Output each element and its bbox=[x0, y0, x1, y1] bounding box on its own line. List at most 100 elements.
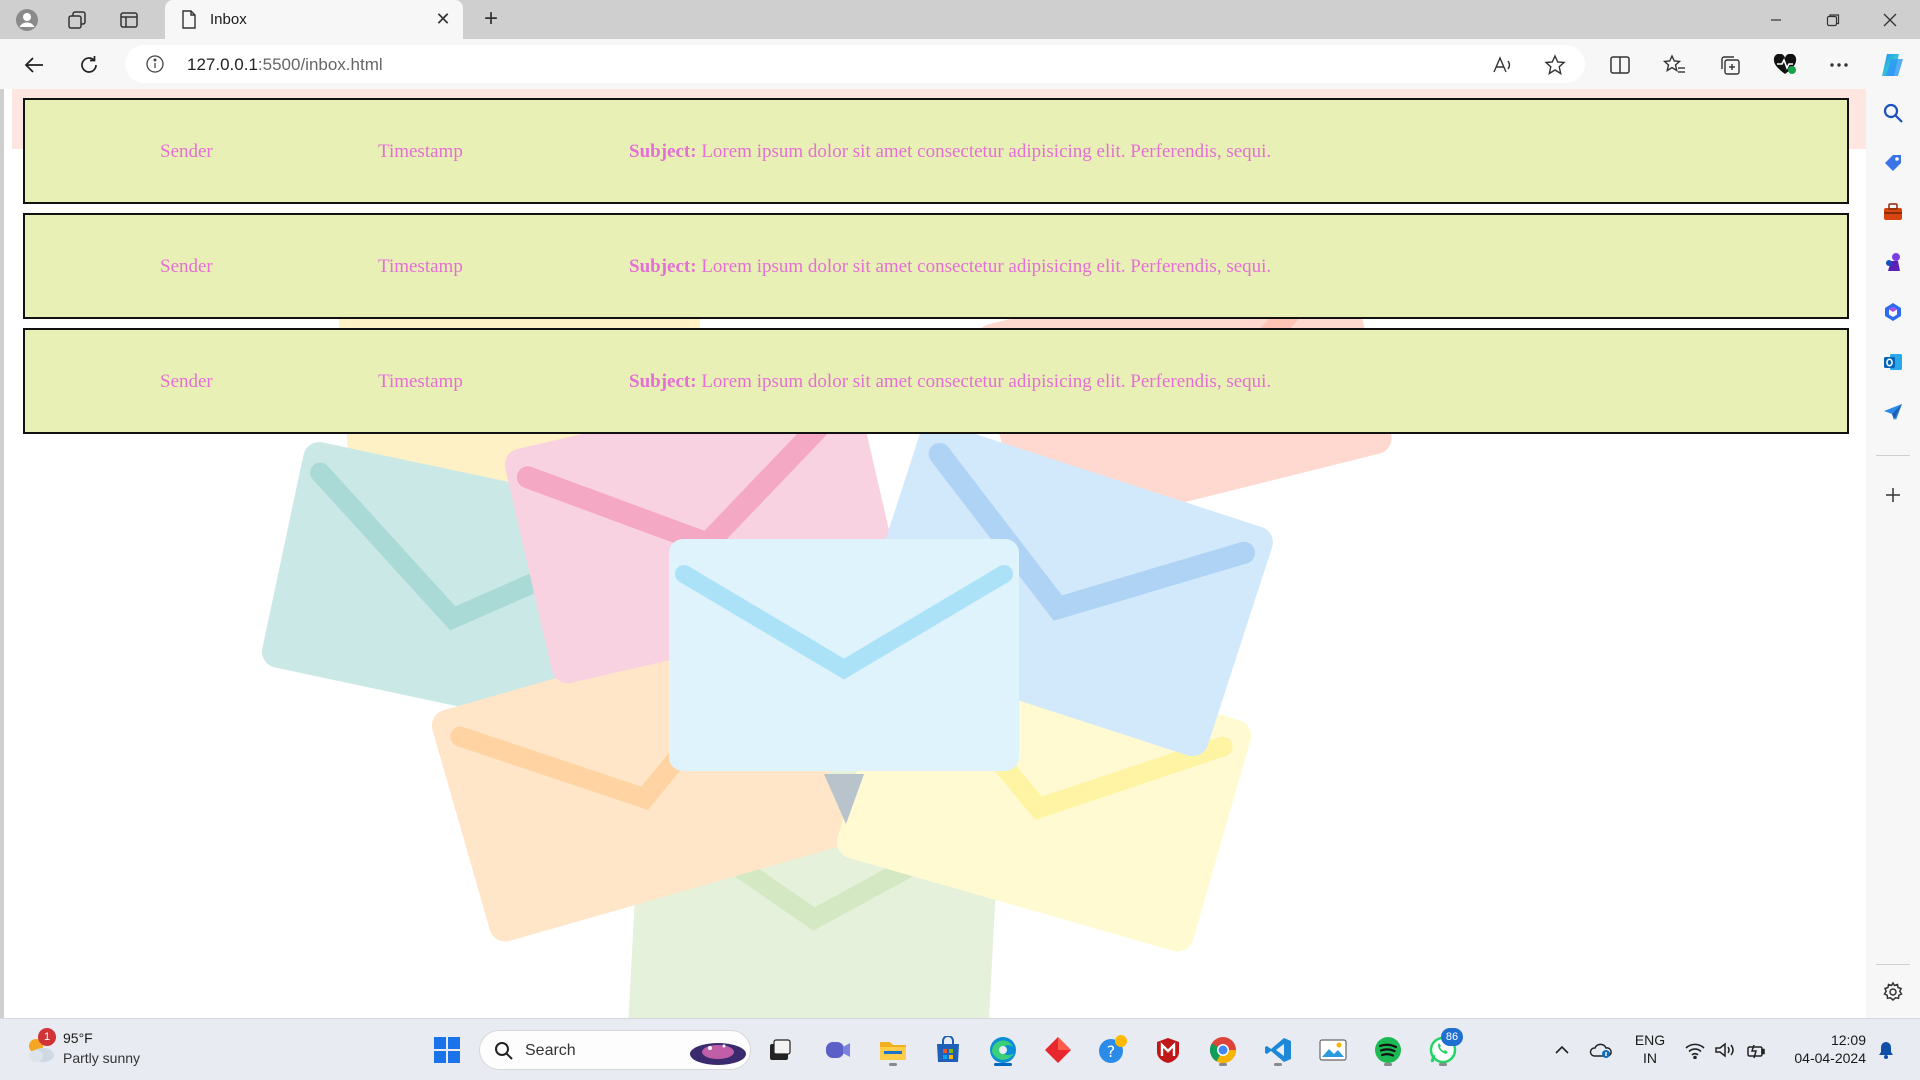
favorite-star-icon[interactable] bbox=[1544, 54, 1566, 76]
workspaces-icon[interactable] bbox=[64, 7, 90, 33]
help-app-icon[interactable]: ? bbox=[1095, 1032, 1131, 1068]
row-timestamp: Timestamp bbox=[378, 141, 463, 162]
browser-tab-bar: Inbox ✕ + bbox=[0, 0, 1920, 39]
onedrive-icon[interactable] bbox=[1589, 1038, 1613, 1062]
copilot-icon[interactable] bbox=[1878, 51, 1906, 79]
inbox-row[interactable]: Sender Timestamp Subject: Lorem ipsum do… bbox=[23, 98, 1849, 204]
system-clock[interactable]: 12:09 04-04-2024 bbox=[1782, 1031, 1866, 1067]
row-subject: Subject: Lorem ipsum dolor sit amet cons… bbox=[629, 141, 1271, 163]
weather-alert-badge: 1 bbox=[38, 1028, 56, 1046]
plus-icon[interactable]: + bbox=[478, 7, 504, 33]
search-highlight-image bbox=[688, 1036, 748, 1071]
spotify-icon[interactable] bbox=[1370, 1032, 1406, 1068]
language-indicator[interactable]: ENG IN bbox=[1633, 1031, 1667, 1067]
page-viewport: Sender Timestamp Subject: Lorem ipsum do… bbox=[4, 89, 1866, 1018]
meet-chat-icon[interactable] bbox=[820, 1032, 856, 1068]
microsoft365-icon[interactable] bbox=[1879, 298, 1907, 326]
row-subject: Subject: Lorem ipsum dolor sit amet cons… bbox=[629, 256, 1271, 278]
running-indicator bbox=[889, 1063, 897, 1066]
whatsapp-unread-badge: 86 bbox=[1441, 1028, 1463, 1046]
edge-browser-icon[interactable] bbox=[985, 1032, 1021, 1068]
running-indicator bbox=[1219, 1063, 1227, 1066]
restore-icon[interactable] bbox=[1805, 0, 1861, 39]
settings-icon[interactable] bbox=[1879, 978, 1907, 1006]
volume-icon[interactable] bbox=[1713, 1038, 1737, 1062]
outlook-icon[interactable] bbox=[1879, 348, 1907, 376]
photos-app-icon[interactable] bbox=[1315, 1032, 1351, 1068]
url-text: 127.0.0.1:5500/inbox.html bbox=[187, 55, 383, 75]
read-aloud-icon[interactable] bbox=[1492, 54, 1514, 76]
microsoft-store-icon[interactable] bbox=[930, 1032, 966, 1068]
row-subject-label: Subject: bbox=[629, 141, 697, 162]
row-sender: Sender bbox=[160, 371, 213, 392]
weather-description[interactable]: Partly sunny bbox=[63, 1050, 140, 1066]
split-screen-icon[interactable] bbox=[1606, 51, 1634, 79]
search-icon[interactable] bbox=[1879, 99, 1907, 127]
file-explorer-icon[interactable] bbox=[875, 1032, 911, 1068]
row-timestamp: Timestamp bbox=[378, 371, 463, 392]
plus-icon[interactable] bbox=[1879, 481, 1907, 509]
windows-start-icon[interactable] bbox=[429, 1032, 465, 1068]
refresh-icon[interactable] bbox=[74, 50, 104, 80]
row-subject: Subject: Lorem ipsum dolor sit amet cons… bbox=[629, 371, 1271, 393]
edge-sidebar bbox=[1866, 89, 1920, 1018]
inbox-row[interactable]: Sender Timestamp Subject: Lorem ipsum do… bbox=[23, 213, 1849, 319]
tools-icon[interactable] bbox=[1879, 198, 1907, 226]
url-path: :5500/inbox.html bbox=[257, 55, 383, 74]
sidebar-divider bbox=[1876, 455, 1910, 456]
search-label: Search bbox=[525, 1042, 576, 1059]
notification-bell-icon[interactable] bbox=[1874, 1038, 1898, 1062]
address-bar-row: 127.0.0.1:5500/inbox.html bbox=[0, 39, 1920, 89]
minimize-icon[interactable] bbox=[1748, 0, 1804, 39]
browser-essentials-icon[interactable] bbox=[1771, 51, 1799, 79]
active-indicator bbox=[994, 1063, 1012, 1066]
language-code: ENG bbox=[1634, 1032, 1666, 1048]
shopping-icon[interactable] bbox=[1879, 149, 1907, 177]
url-field[interactable]: 127.0.0.1:5500/inbox.html bbox=[125, 45, 1585, 83]
row-timestamp: Timestamp bbox=[378, 256, 463, 277]
close-window-icon[interactable] bbox=[1862, 0, 1918, 39]
running-indicator bbox=[1384, 1063, 1392, 1066]
weather-temperature[interactable]: 95°F bbox=[63, 1030, 93, 1046]
info-icon[interactable] bbox=[145, 54, 165, 74]
row-sender: Sender bbox=[160, 141, 213, 162]
row-subject-text: Lorem ipsum dolor sit amet consectetur a… bbox=[701, 256, 1272, 277]
search-icon bbox=[494, 1041, 514, 1066]
collections-icon[interactable] bbox=[1716, 51, 1744, 79]
games-icon[interactable] bbox=[1879, 248, 1907, 276]
vscode-icon[interactable] bbox=[1260, 1032, 1296, 1068]
tab-inbox[interactable]: Inbox ✕ bbox=[165, 0, 463, 39]
windows-taskbar: 1 95°F Partly sunny Search ? 86 ENG IN 1… bbox=[0, 1018, 1920, 1080]
row-subject-label: Subject: bbox=[629, 256, 697, 277]
mcafee-icon[interactable] bbox=[1150, 1032, 1186, 1068]
close-icon[interactable]: ✕ bbox=[433, 9, 453, 29]
task-view-icon[interactable] bbox=[762, 1032, 798, 1068]
page-icon bbox=[181, 10, 199, 30]
svg-text:?: ? bbox=[1107, 1042, 1116, 1061]
running-indicator bbox=[1274, 1063, 1282, 1066]
running-indicator bbox=[1439, 1063, 1447, 1066]
taskbar-search-box[interactable]: Search bbox=[479, 1030, 751, 1070]
tab-title: Inbox bbox=[210, 11, 247, 28]
url-host: 127.0.0.1 bbox=[187, 55, 258, 74]
back-icon[interactable] bbox=[19, 50, 49, 80]
wifi-icon[interactable] bbox=[1683, 1038, 1707, 1062]
battery-icon[interactable] bbox=[1745, 1038, 1769, 1062]
vertical-tabs-icon[interactable] bbox=[116, 7, 142, 33]
row-subject-label: Subject: bbox=[629, 371, 697, 392]
diamond-app-icon[interactable] bbox=[1040, 1032, 1076, 1068]
send-icon[interactable] bbox=[1879, 398, 1907, 426]
row-sender: Sender bbox=[160, 256, 213, 277]
language-region: IN bbox=[1643, 1050, 1657, 1066]
clock-date: 04-04-2024 bbox=[1794, 1050, 1866, 1066]
favorites-icon[interactable] bbox=[1661, 51, 1689, 79]
more-icon[interactable] bbox=[1825, 51, 1853, 79]
sidebar-divider bbox=[1876, 964, 1910, 965]
row-subject-text: Lorem ipsum dolor sit amet consectetur a… bbox=[701, 141, 1272, 162]
profile-icon[interactable] bbox=[14, 7, 40, 33]
clock-time: 12:09 bbox=[1830, 1032, 1866, 1048]
chevron-up-icon[interactable] bbox=[1550, 1038, 1574, 1062]
row-subject-text: Lorem ipsum dolor sit amet consectetur a… bbox=[701, 371, 1272, 392]
chrome-icon[interactable] bbox=[1205, 1032, 1241, 1068]
inbox-row[interactable]: Sender Timestamp Subject: Lorem ipsum do… bbox=[23, 328, 1849, 434]
